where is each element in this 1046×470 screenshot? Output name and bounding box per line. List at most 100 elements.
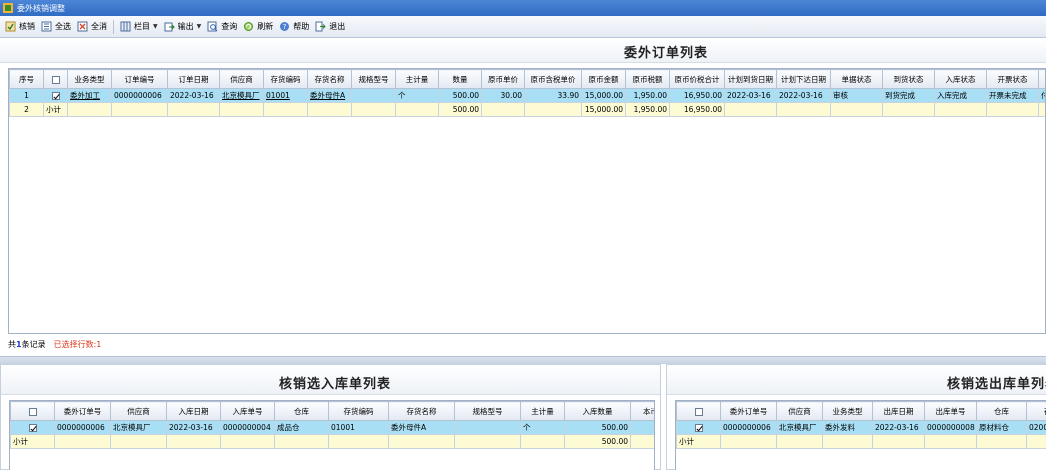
select-all-button[interactable]: 全选 [38,18,74,36]
col-header[interactable]: 供应商 [776,401,823,421]
col-header[interactable]: 主计量 [395,69,439,89]
spec [351,88,396,103]
verify-icon [5,21,16,32]
col-header[interactable]: 订单编号 [111,69,168,89]
order-number: 0000000006 [720,420,777,435]
col-header[interactable]: 委外订单号 [720,401,777,421]
col-header[interactable]: 本币 [630,401,654,421]
table-row[interactable]: 0000000006 北京模具厂 2022-03-16 0000000004 成… [10,420,654,435]
spec [454,420,521,435]
row-checkbox[interactable] [28,424,37,432]
subtotal-amount: 15,000.00 [581,102,626,117]
select-all-checkbox[interactable] [51,75,60,84]
select-all-checkbox[interactable] [28,407,37,416]
exit-button[interactable]: 退出 [312,18,348,36]
col-header[interactable]: 原币税额 [625,69,670,89]
col-header[interactable]: 业务类型 [67,69,112,89]
toolbar-separator [113,19,114,34]
table-row[interactable]: 1 委外加工 0000000006 2022-03-16 北京模具厂 01001… [9,88,1045,103]
col-header-checkbox[interactable] [10,401,55,421]
col-header[interactable]: 出库日期 [872,401,925,421]
col-header[interactable]: 仓库 [274,401,329,421]
col-header[interactable]: 订单日期 [167,69,220,89]
query-button[interactable]: 查询 [204,18,240,36]
col-header[interactable]: 原币含税单价 [524,69,582,89]
item-name-link[interactable]: 委外母件A [307,88,352,103]
col-header[interactable] [1038,69,1045,89]
columns-icon [120,21,131,32]
select-all-icon [41,21,52,32]
unit: 个 [520,420,565,435]
order-list-panel: 委外订单列表 序号 业务类型 订单编号 订单日期 供应商 存货编码 存货名称 规… [0,38,1046,356]
deselect-all-icon [77,21,88,32]
outbound-list-panel: 核销选出库单列表 委外订单号 供应商 业务类型 出库日期 出库单号 仓库 存货 [666,364,1046,470]
outbound-list-title: 核销选出库单列表 [947,377,1046,392]
col-header[interactable]: 原币金额 [581,69,626,89]
col-header[interactable]: 开票状态 [986,69,1039,89]
item-code-link[interactable]: 01001 [263,88,308,103]
col-header[interactable]: 存货编码 [263,69,308,89]
help-button[interactable]: ? 帮助 [276,18,312,36]
col-header[interactable]: 入库状态 [934,69,987,89]
select-all-checkbox[interactable] [694,407,703,416]
col-header[interactable]: 仓库 [976,401,1027,421]
total-amount: 16,950.00 [669,88,725,103]
col-header[interactable]: 入库日期 [166,401,221,421]
refresh-button[interactable]: 刷新 [240,18,276,36]
col-header[interactable]: 存货编码 [328,401,389,421]
outbound-grid: 委外订单号 供应商 业务类型 出库日期 出库单号 仓库 存货 000000000… [675,400,1046,470]
columns-button[interactable]: 栏目 ▼ [117,18,161,36]
plan-arrive-date: 2022-03-16 [724,88,777,103]
item-name: 委外母件A [388,420,455,435]
warehouse: 原材料仓 [976,420,1027,435]
col-header[interactable]: 原币单价 [481,69,525,89]
inbound-grid-header: 委外订单号 供应商 入库日期 入库单号 仓库 存货编码 存货名称 规格型号 主计… [10,401,654,421]
col-header[interactable]: 入库单号 [220,401,275,421]
col-header[interactable]: 存货名称 [307,69,352,89]
panel-splitter[interactable] [0,356,1046,364]
inbound-status: 入库完成 [934,88,987,103]
col-header[interactable]: 供应商 [219,69,264,89]
row-number: 2 [9,102,44,117]
col-header[interactable]: 存货名称 [388,401,455,421]
col-header[interactable]: 业务类型 [822,401,873,421]
col-header[interactable]: 计划下达日期 [776,69,831,89]
col-header[interactable]: 计划到货日期 [724,69,777,89]
row-checkbox-cell[interactable] [676,420,721,435]
col-header-checkbox[interactable] [676,401,721,421]
order-grid: 序号 业务类型 订单编号 订单日期 供应商 存货编码 存货名称 规格型号 主计量… [8,68,1046,334]
subtotal-row: 小计 [676,434,1046,449]
chevron-down-icon: ▼ [196,23,202,30]
row-checkbox-cell[interactable] [43,88,68,103]
col-header[interactable]: 存货 [1026,401,1046,421]
col-header[interactable]: 主计量 [520,401,565,421]
outbound-grid-header: 委外订单号 供应商 业务类型 出库日期 出库单号 仓库 存货 [676,401,1046,421]
col-header-checkbox[interactable] [43,69,68,89]
row-checkbox-cell[interactable] [10,420,55,435]
business-type-link[interactable]: 委外加工 [67,88,112,103]
row-checkbox[interactable] [51,92,60,100]
col-header[interactable]: 委外订单号 [54,401,111,421]
col-header[interactable]: 规格型号 [454,401,521,421]
table-row[interactable]: 0000000006 北京模具厂 委外发料 2022-03-16 0000000… [676,420,1046,435]
col-header[interactable]: 数量 [438,69,482,89]
col-header[interactable]: 原币价税合计 [669,69,725,89]
col-header[interactable]: 供应商 [110,401,167,421]
order-number: 0000000006 [54,420,111,435]
col-header[interactable]: 序号 [9,69,44,89]
deselect-all-button[interactable]: 全消 [74,18,110,36]
unit-price: 30.00 [481,88,525,103]
supplier: 北京模具厂 [776,420,823,435]
unit: 个 [395,88,439,103]
col-header[interactable]: 规格型号 [351,69,396,89]
supplier-link[interactable]: 北京模具厂 [219,88,264,103]
verify-button[interactable]: 核销 [2,18,38,36]
row-checkbox[interactable] [694,424,703,432]
col-header[interactable]: 入库数量 [564,401,631,421]
export-button[interactable]: 输出 ▼ [161,18,205,36]
quantity: 500.00 [438,88,482,103]
col-header[interactable]: 出库单号 [924,401,977,421]
col-header[interactable]: 到货状态 [882,69,935,89]
col-header[interactable]: 单据状态 [830,69,883,89]
doc-status: 审核 [830,88,883,103]
